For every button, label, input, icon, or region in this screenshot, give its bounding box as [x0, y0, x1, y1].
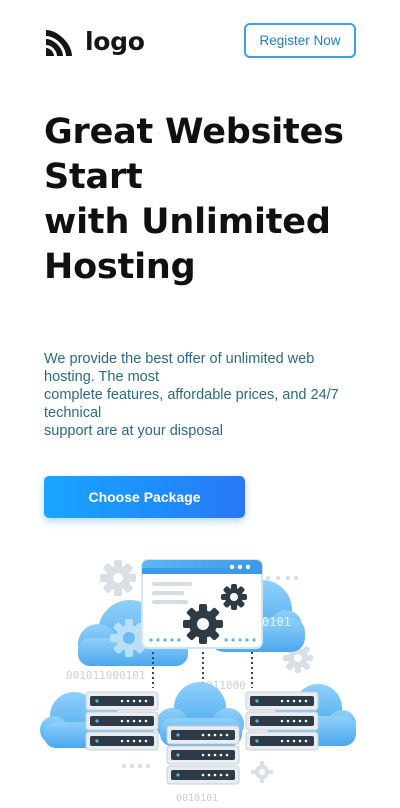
signal-waves-icon: [46, 29, 72, 56]
binary-text: 0010101: [176, 793, 218, 804]
small-gear-icon: [221, 584, 247, 610]
hero-description-line: We provide the best offer of unlimited w…: [44, 351, 315, 367]
page: logo Register Now Great Websites Start w…: [0, 0, 400, 808]
hero-description-line: hosting. The most: [44, 369, 159, 385]
hero-title: Great Websites Start with Unlimited Host…: [44, 110, 374, 290]
hero-title-line: Start: [44, 157, 143, 197]
hero-title-line: Great Websites: [44, 112, 344, 152]
hero-title-line: Hosting: [44, 247, 196, 287]
logo-text: logo: [85, 26, 145, 56]
hero-title-line: with Unlimited: [44, 202, 331, 242]
choose-package-button[interactable]: Choose Package: [44, 476, 245, 518]
site-header: logo Register Now: [0, 0, 400, 80]
light-gear-icon: [100, 560, 136, 596]
binary-text: 0101: [262, 615, 291, 629]
light-gear-icon: [251, 761, 273, 783]
register-now-button[interactable]: Register Now: [244, 23, 356, 58]
large-gear-icon: [183, 604, 223, 644]
hosting-illustration: 0101 001011000101 011000 0010101: [40, 559, 356, 804]
server-stack-center: [166, 725, 240, 785]
logo[interactable]: logo: [44, 24, 145, 58]
hero-description-line: complete features, affordable prices, an…: [44, 387, 339, 403]
server-stack-right: [245, 691, 319, 751]
server-stack-left: [85, 691, 159, 751]
hero-description-line: support are at your disposal: [44, 423, 223, 439]
hero-description-line: technical: [44, 405, 102, 421]
binary-text: 001011000101: [66, 669, 145, 682]
hero-description: We provide the best offer of unlimited w…: [44, 350, 364, 440]
